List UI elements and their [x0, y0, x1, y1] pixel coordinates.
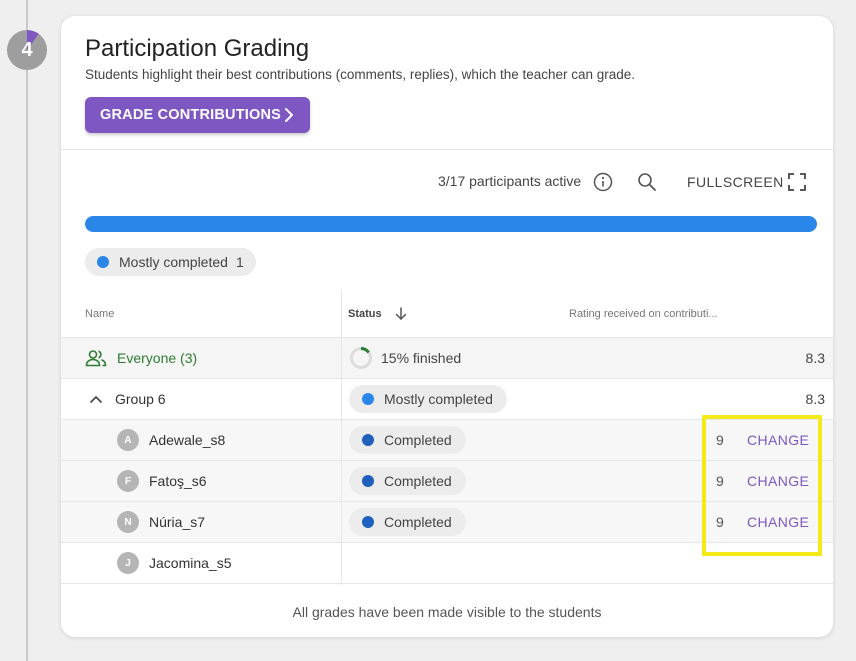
group-name-cell: Group 6 — [89, 379, 166, 419]
info-icon[interactable] — [593, 172, 613, 197]
student-status-text: Completed — [384, 473, 452, 489]
group-row[interactable]: Group 6 Mostly completed 8.3 — [61, 379, 833, 420]
grade-contributions-button[interactable]: GRADE CONTRIBUTIONS — [85, 97, 310, 133]
student-status-badge: Completed — [349, 467, 466, 495]
student-rating: 9 — [716, 514, 724, 530]
group-status-badge: Mostly completed — [349, 385, 507, 413]
legend-chip-mostly-completed[interactable]: Mostly completed 1 — [85, 248, 256, 276]
avatar: F — [117, 470, 139, 492]
people-group-icon — [85, 349, 107, 367]
header-divider — [61, 149, 833, 150]
card-subtitle: Students highlight their best contributi… — [85, 67, 636, 82]
status-dot — [362, 434, 374, 446]
student-rating: 9 — [716, 432, 724, 448]
everyone-rating: 8.3 — [805, 350, 825, 366]
card-title: Participation Grading — [85, 35, 310, 62]
student-name-cell: A Adewale_s8 — [117, 420, 225, 460]
group-status-text: Mostly completed — [384, 391, 493, 407]
participation-grading-card: Participation Grading Students highlight… — [61, 16, 833, 637]
chevron-up-icon[interactable] — [89, 394, 103, 404]
student-status-badge: Completed — [349, 426, 466, 454]
avatar: A — [117, 429, 139, 451]
timeline-line — [26, 0, 28, 661]
participants-active-text: 3/17 participants active — [438, 173, 582, 189]
group-rating: 8.3 — [805, 391, 825, 407]
student-name-cell: J Jacomina_s5 — [117, 543, 232, 583]
status-dot — [97, 256, 109, 268]
status-dot — [362, 393, 374, 405]
change-grade-button[interactable]: CHANGE — [747, 502, 809, 542]
student-status-badge: Completed — [349, 508, 466, 536]
everyone-label: Everyone (3) — [117, 350, 198, 366]
table-header: Name Status Rating received on contribut… — [61, 290, 833, 338]
student-name: Jacomina_s5 — [149, 555, 232, 571]
status-dot — [362, 516, 374, 528]
everyone-status-text: 15% finished — [381, 350, 462, 366]
student-name: Adewale_s8 — [149, 432, 226, 448]
student-row[interactable]: F Fatoş_s6 Completed 9 CHANGE — [61, 461, 833, 502]
column-header-rating[interactable]: Rating received on contributi... — [569, 308, 718, 320]
participants-table: Name Status Rating received on contribut… — [61, 290, 833, 584]
change-grade-button[interactable]: CHANGE — [747, 461, 809, 501]
student-name-cell: F Fatoş_s6 — [117, 461, 207, 501]
grade-contributions-label: GRADE CONTRIBUTIONS — [100, 107, 282, 123]
student-row[interactable]: J Jacomina_s5 — [61, 543, 833, 584]
everyone-status: 15% finished — [349, 338, 461, 378]
search-icon[interactable] — [637, 172, 657, 197]
student-name-cell: N Núria_s7 — [117, 502, 205, 542]
student-name: Núria_s7 — [149, 514, 206, 530]
legend-label: Mostly completed — [119, 254, 228, 270]
student-name: Fatoş_s6 — [149, 473, 207, 489]
everyone-name-cell: Everyone (3) — [85, 338, 197, 378]
student-status-text: Completed — [384, 432, 452, 448]
everyone-row[interactable]: Everyone (3) 15% finished 8.3 — [61, 338, 833, 379]
column-header-name[interactable]: Name — [85, 308, 114, 320]
step-number: 4 — [21, 38, 33, 61]
group-label: Group 6 — [115, 391, 166, 407]
avatar: N — [117, 511, 139, 533]
column-header-status[interactable]: Status — [348, 308, 382, 320]
student-status-text: Completed — [384, 514, 452, 530]
fullscreen-icon[interactable] — [787, 172, 807, 197]
column-divider — [341, 290, 342, 585]
step-badge: 4 — [7, 30, 47, 70]
student-row[interactable]: A Adewale_s8 Completed 9 CHANGE — [61, 420, 833, 461]
progress-fill — [85, 216, 817, 232]
footer-status-text: All grades have been made visible to the… — [292, 604, 602, 620]
student-row[interactable]: N Núria_s7 Completed 9 CHANGE — [61, 502, 833, 543]
avatar: J — [117, 552, 139, 574]
progress-ring-icon — [349, 346, 373, 370]
student-rating: 9 — [716, 473, 724, 489]
sort-down-arrow-icon[interactable] — [394, 306, 408, 327]
participation-progress-bar — [85, 216, 817, 232]
fullscreen-button[interactable]: FULLSCREEN — [687, 174, 784, 190]
status-dot — [362, 475, 374, 487]
chevron-right-icon — [281, 106, 297, 128]
change-grade-button[interactable]: CHANGE — [747, 420, 809, 460]
legend-count: 1 — [235, 254, 244, 270]
